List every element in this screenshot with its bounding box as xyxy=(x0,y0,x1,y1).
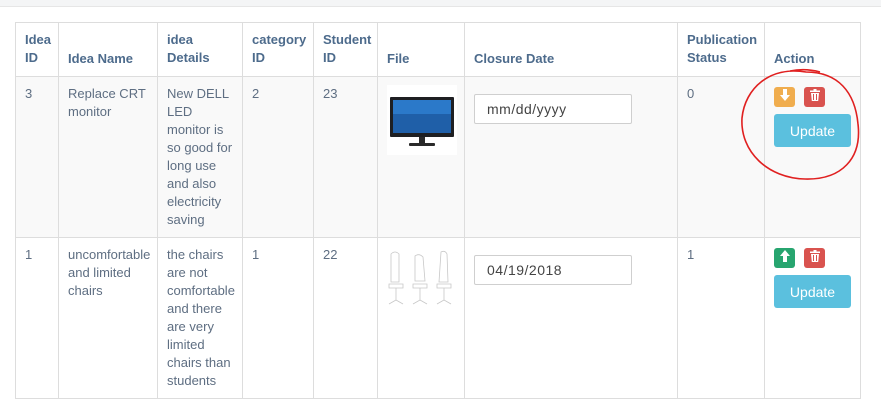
cell-idea-id: 1 xyxy=(15,237,59,399)
header-idea-details: idea Details xyxy=(157,22,243,77)
table-header-row: Idea ID Idea Name idea Details category … xyxy=(15,22,861,77)
cell-action: Update xyxy=(764,237,861,399)
cell-closure-date xyxy=(464,237,678,399)
table-row: 3 Replace CRT monitor New DELL LED monit… xyxy=(15,76,861,238)
header-idea-id: Idea ID xyxy=(15,22,59,77)
closure-date-input[interactable] xyxy=(474,94,632,124)
trash-icon[interactable] xyxy=(804,248,825,268)
closure-date-input[interactable] xyxy=(474,255,632,285)
update-button[interactable]: Update xyxy=(774,275,851,308)
arrow-down-icon[interactable] xyxy=(774,87,795,107)
header-publication-status: Publication Status xyxy=(677,22,765,77)
cell-idea-details: the chairs are not comfortable and there… xyxy=(157,237,243,399)
cell-action: Update xyxy=(764,76,861,238)
header-file: File xyxy=(377,22,465,77)
trash-icon[interactable] xyxy=(804,87,825,107)
cell-category-id: 1 xyxy=(242,237,314,399)
cell-publication-status: 0 xyxy=(677,76,765,238)
cell-idea-name: Replace CRT monitor xyxy=(58,76,158,238)
table-row: 1 uncomfortable and limited chairs the c… xyxy=(15,237,861,399)
header-idea-name: Idea Name xyxy=(58,22,158,77)
monitor-image[interactable] xyxy=(387,85,457,155)
chairs-sketch-image[interactable] xyxy=(387,246,457,316)
header-student-id: Student ID xyxy=(313,22,378,77)
header-closure-date: Closure Date xyxy=(464,22,678,77)
cell-category-id: 2 xyxy=(242,76,314,238)
cell-publication-status: 1 xyxy=(677,237,765,399)
arrow-up-icon[interactable] xyxy=(774,248,795,268)
cell-file xyxy=(377,237,465,399)
cell-file xyxy=(377,76,465,238)
cell-idea-id: 3 xyxy=(15,76,59,238)
update-button[interactable]: Update xyxy=(774,114,851,147)
cell-student-id: 22 xyxy=(313,237,378,399)
ideas-table: Idea ID Idea Name idea Details category … xyxy=(15,22,861,399)
cell-idea-details: New DELL LED monitor is so good for long… xyxy=(157,76,243,238)
cell-student-id: 23 xyxy=(313,76,378,238)
top-bar xyxy=(0,0,881,7)
cell-closure-date xyxy=(464,76,678,238)
header-category-id: category ID xyxy=(242,22,314,77)
header-action: Action xyxy=(764,22,861,77)
cell-idea-name: uncomfortable and limited chairs xyxy=(58,237,158,399)
